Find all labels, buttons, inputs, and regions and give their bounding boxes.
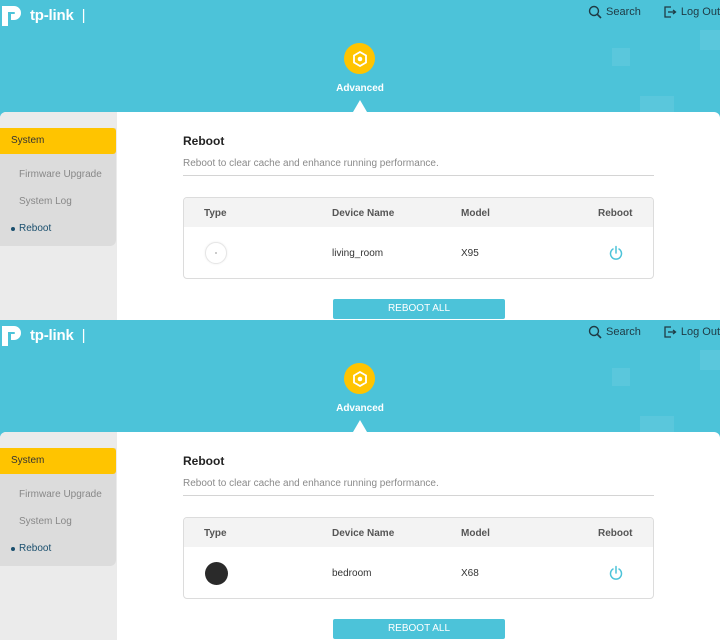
sidebar-item-system-log[interactable]: System Log [19, 196, 72, 207]
page-title: Reboot [183, 134, 225, 148]
advanced-nav-button[interactable] [344, 43, 375, 74]
sidebar-item-system[interactable]: System [0, 128, 116, 154]
brand-separator: | [81, 326, 86, 344]
search-icon [588, 5, 602, 19]
column-header-model: Model [461, 528, 490, 539]
tp-link-logo[interactable]: tp-link | [0, 322, 86, 348]
sidebar: System Firmware Upgrade System Log Reboo… [0, 432, 117, 640]
active-item-dot [11, 547, 15, 551]
search-icon [588, 325, 602, 339]
sidebar-item-system-log[interactable]: System Log [19, 516, 72, 527]
sidebar-item-reboot[interactable]: Reboot [19, 223, 51, 234]
device-table: Type Device Name Model Reboot living_roo… [183, 197, 654, 279]
active-item-dot [11, 227, 15, 231]
device-dark-circle-icon [205, 562, 228, 585]
page-description: Reboot to clear cache and enhance runnin… [183, 158, 439, 169]
search-label: Search [606, 6, 641, 18]
device-model: X95 [461, 248, 479, 259]
logout-label: Log Out [680, 326, 720, 338]
header-decoration [612, 368, 630, 386]
power-icon[interactable] [608, 245, 624, 261]
header-decoration [612, 48, 630, 66]
gear-icon [352, 50, 367, 67]
column-header-model: Model [461, 208, 490, 219]
sidebar-item-system[interactable]: System [0, 448, 116, 474]
screen-1: tp-link | Search Log Out Advanced System… [0, 0, 720, 320]
logout-button[interactable]: Log Out [663, 325, 720, 339]
reboot-all-button[interactable]: REBOOT ALL [333, 299, 505, 319]
logout-icon [664, 326, 677, 338]
header-actions: Search Log Out [588, 5, 720, 19]
device-model: X68 [461, 568, 479, 579]
column-header-device-name: Device Name [332, 208, 395, 219]
power-icon[interactable] [608, 565, 624, 581]
table-header: Type Device Name Model Reboot [184, 518, 653, 547]
header-decoration [640, 416, 674, 432]
page-title: Reboot [183, 454, 225, 468]
advanced-nav-label[interactable]: Advanced [320, 83, 400, 94]
advanced-nav-button[interactable] [344, 363, 375, 394]
column-header-device-name: Device Name [332, 528, 395, 539]
screen-2: tp-link | Search Log Out Advanced System… [0, 320, 720, 640]
tp-link-logo-icon [2, 6, 21, 26]
search-button[interactable]: Search [588, 5, 641, 19]
column-header-reboot: Reboot [598, 528, 633, 539]
sidebar-item-firmware-upgrade[interactable]: Firmware Upgrade [19, 489, 102, 500]
column-header-reboot: Reboot [598, 208, 633, 219]
header-decoration [640, 96, 674, 112]
brand-name: tp-link [30, 6, 74, 24]
main-area: System Firmware Upgrade System Log Reboo… [0, 112, 720, 320]
reboot-all-button[interactable]: REBOOT ALL [333, 619, 505, 639]
logout-icon [664, 6, 677, 18]
sidebar: System Firmware Upgrade System Log Reboo… [0, 112, 117, 320]
device-name: bedroom [332, 568, 372, 579]
device-name: living_room [332, 248, 384, 259]
brand-separator: | [81, 6, 86, 24]
sidebar-item-firmware-upgrade[interactable]: Firmware Upgrade [19, 169, 102, 180]
header-actions: Search Log Out [588, 325, 720, 339]
column-header-type: Type [204, 208, 227, 219]
search-button[interactable]: Search [588, 325, 641, 339]
page-description: Reboot to clear cache and enhance runnin… [183, 478, 439, 489]
table-header: Type Device Name Model Reboot [184, 198, 653, 227]
column-header-type: Type [204, 528, 227, 539]
header-decoration [700, 350, 720, 370]
active-nav-pointer [353, 100, 367, 112]
tp-link-logo[interactable]: tp-link | [0, 2, 86, 28]
active-nav-pointer [353, 420, 367, 432]
logout-button[interactable]: Log Out [663, 5, 720, 19]
header-decoration [700, 30, 720, 50]
search-label: Search [606, 326, 641, 338]
brand-name: tp-link [30, 326, 74, 344]
advanced-nav-label[interactable]: Advanced [320, 403, 400, 414]
sidebar-item-reboot[interactable]: Reboot [19, 543, 51, 554]
device-table: Type Device Name Model Reboot bedroom X6… [183, 517, 654, 599]
gear-icon [352, 370, 367, 387]
tp-link-logo-icon [2, 326, 21, 346]
logout-label: Log Out [680, 6, 720, 18]
main-area: System Firmware Upgrade System Log Reboo… [0, 432, 720, 640]
device-placeholder-icon [205, 242, 227, 264]
divider [183, 495, 654, 496]
divider [183, 175, 654, 176]
